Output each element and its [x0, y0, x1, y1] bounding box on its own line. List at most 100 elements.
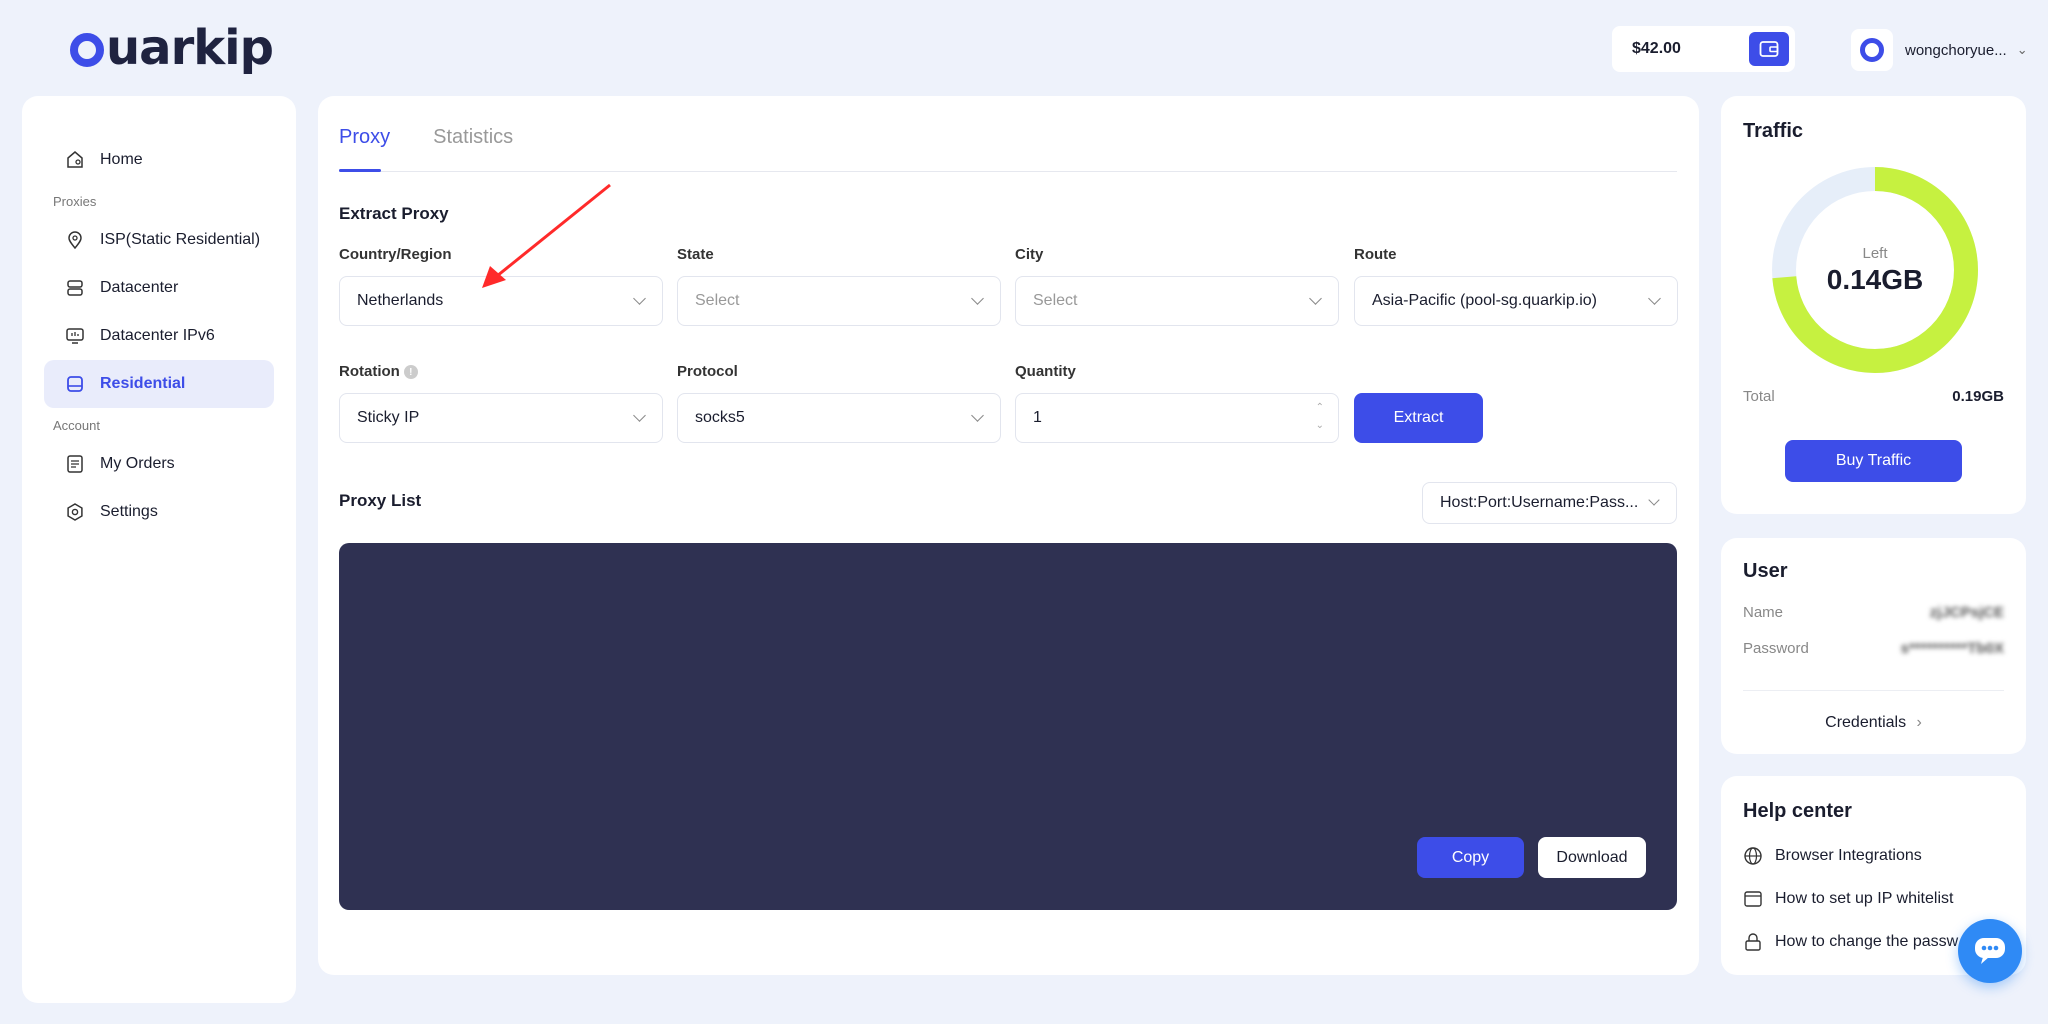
country-value: Netherlands — [357, 292, 444, 309]
total-value: 0.19GB — [1952, 388, 2004, 405]
sidebar: Home Proxies ISP(Static Residential) Dat… — [22, 96, 296, 1003]
state-select[interactable]: Select — [677, 276, 1001, 326]
sidebar-item-datacenter[interactable]: Datacenter — [44, 264, 274, 312]
password-label: Password — [1743, 640, 1809, 657]
logo-text: uarkip — [106, 20, 274, 76]
info-icon[interactable]: ! — [403, 365, 418, 380]
location-pin-icon — [64, 229, 86, 251]
lock-icon — [1743, 932, 1763, 952]
monitor-icon — [64, 325, 86, 347]
home-icon — [64, 149, 86, 171]
state-placeholder: Select — [695, 292, 740, 309]
user-card: User Name zjJCPsjCE Password s**********… — [1721, 538, 2026, 754]
traffic-title: Traffic — [1743, 120, 1804, 142]
chevron-down-icon — [633, 292, 646, 305]
sidebar-item-label: My Orders — [100, 455, 175, 472]
user-title: User — [1743, 560, 1788, 582]
quantity-stepper[interactable]: ⌃ ⌄ — [1316, 402, 1324, 432]
proxy-list-title: Proxy List — [339, 491, 422, 510]
help-title: Help center — [1743, 800, 1852, 822]
total-row: Total 0.19GB — [1743, 388, 2004, 405]
avatar — [1851, 29, 1893, 71]
globe-icon — [1743, 846, 1763, 866]
help-item-label: Browser Integrations — [1775, 847, 1922, 864]
city-select[interactable]: Select — [1015, 276, 1339, 326]
protocol-value: socks5 — [695, 409, 745, 426]
rotation-value: Sticky IP — [357, 409, 420, 426]
sidebar-item-label: Residential — [100, 375, 186, 392]
left-value: 0.14GB — [1826, 263, 1924, 295]
rotation-label-text: Rotation — [339, 363, 400, 380]
quantity-label: Quantity — [1015, 363, 1076, 380]
city-label: City — [1015, 246, 1044, 263]
format-select[interactable]: Host:Port:Username:Pass... — [1422, 482, 1677, 524]
username: wongchoryue... — [1905, 41, 2007, 59]
help-item-label: How to set up IP whitelist — [1775, 890, 1954, 907]
annotation-arrow — [482, 183, 611, 288]
wallet-icon — [1759, 41, 1779, 57]
help-item-browser[interactable]: Browser Integrations — [1743, 846, 1922, 866]
quantity-input[interactable]: 1 ⌃ ⌄ — [1015, 393, 1339, 443]
sidebar-item-datacenter-ipv6[interactable]: Datacenter IPv6 — [44, 312, 274, 360]
chevron-down-icon — [1648, 292, 1661, 305]
chevron-down-icon: ⌄ — [2016, 42, 2028, 57]
sidebar-item-isp[interactable]: ISP(Static Residential) — [44, 216, 274, 264]
stepper-down-icon[interactable]: ⌄ — [1316, 420, 1324, 432]
quarkip-logo[interactable]: uarkip — [70, 20, 274, 76]
sidebar-item-label: Datacenter IPv6 — [100, 327, 215, 344]
chat-support-button[interactable] — [1958, 919, 2022, 983]
chevron-down-icon — [633, 409, 646, 422]
stepper-up-icon[interactable]: ⌃ — [1316, 402, 1324, 414]
balance-display: $42.00 — [1612, 26, 1795, 72]
tab-proxy[interactable]: Proxy — [339, 126, 390, 172]
sidebar-item-label: Settings — [100, 503, 158, 520]
sidebar-item-label: ISP(Static Residential) — [100, 231, 261, 248]
sidebar-item-label: Home — [100, 151, 143, 168]
extract-button[interactable]: Extract — [1354, 393, 1483, 443]
credentials-label: Credentials — [1825, 714, 1907, 731]
name-label: Name — [1743, 604, 1784, 621]
proxy-list-output[interactable]: Copy Download — [339, 543, 1677, 910]
chevron-down-icon — [1309, 292, 1322, 305]
sidebar-item-orders[interactable]: My Orders — [44, 440, 274, 488]
sidebar-item-settings[interactable]: Settings — [44, 488, 274, 536]
rotation-label: Rotation! — [339, 363, 418, 380]
download-button[interactable]: Download — [1538, 837, 1646, 878]
help-item-password[interactable]: How to change the passw — [1743, 932, 1958, 952]
tab-bar: Proxy Statistics — [339, 126, 1677, 172]
country-label: Country/Region — [339, 246, 452, 263]
divider — [1743, 690, 2004, 691]
chevron-down-icon — [971, 292, 984, 305]
buy-traffic-button[interactable]: Buy Traffic — [1785, 440, 1962, 482]
password-row: Password s**********Tb0X — [1743, 640, 2004, 657]
sidebar-section-proxies: Proxies — [53, 194, 97, 209]
gear-icon — [64, 501, 86, 523]
sidebar-item-home[interactable]: Home — [44, 136, 274, 184]
traffic-card: Traffic Left 0.14GB Total 0.19GB Buy Tra… — [1721, 96, 2026, 514]
user-menu[interactable]: wongchoryue... ⌄ — [1851, 28, 2028, 72]
left-label: Left — [1862, 244, 1888, 262]
quantity-value: 1 — [1033, 409, 1042, 426]
chevron-down-icon — [971, 409, 984, 422]
orders-icon — [64, 453, 86, 475]
wallet-button[interactable] — [1749, 32, 1789, 66]
name-value: zjJCPsjCE — [1929, 604, 2004, 621]
route-select[interactable]: Asia-Pacific (pool-sg.quarkip.io) — [1354, 276, 1678, 326]
tab-statistics[interactable]: Statistics — [433, 126, 513, 171]
residential-icon — [64, 373, 86, 395]
browser-window-icon — [1743, 889, 1763, 909]
state-label: State — [677, 246, 714, 263]
sidebar-section-account: Account — [53, 418, 100, 433]
credentials-link[interactable]: Credentials › — [1721, 714, 2026, 732]
balance-amount: $42.00 — [1632, 40, 1681, 57]
total-label: Total — [1743, 388, 1775, 405]
sidebar-item-label: Datacenter — [100, 279, 179, 296]
copy-button[interactable]: Copy — [1417, 837, 1524, 878]
chat-bubble-icon — [1975, 938, 2005, 964]
traffic-donut-label: Left 0.14GB — [1771, 166, 1979, 374]
sidebar-item-residential[interactable]: Residential — [44, 360, 274, 408]
rotation-select[interactable]: Sticky IP — [339, 393, 663, 443]
protocol-select[interactable]: socks5 — [677, 393, 1001, 443]
password-value: s**********Tb0X — [1900, 640, 2004, 657]
help-item-whitelist[interactable]: How to set up IP whitelist — [1743, 889, 1953, 909]
